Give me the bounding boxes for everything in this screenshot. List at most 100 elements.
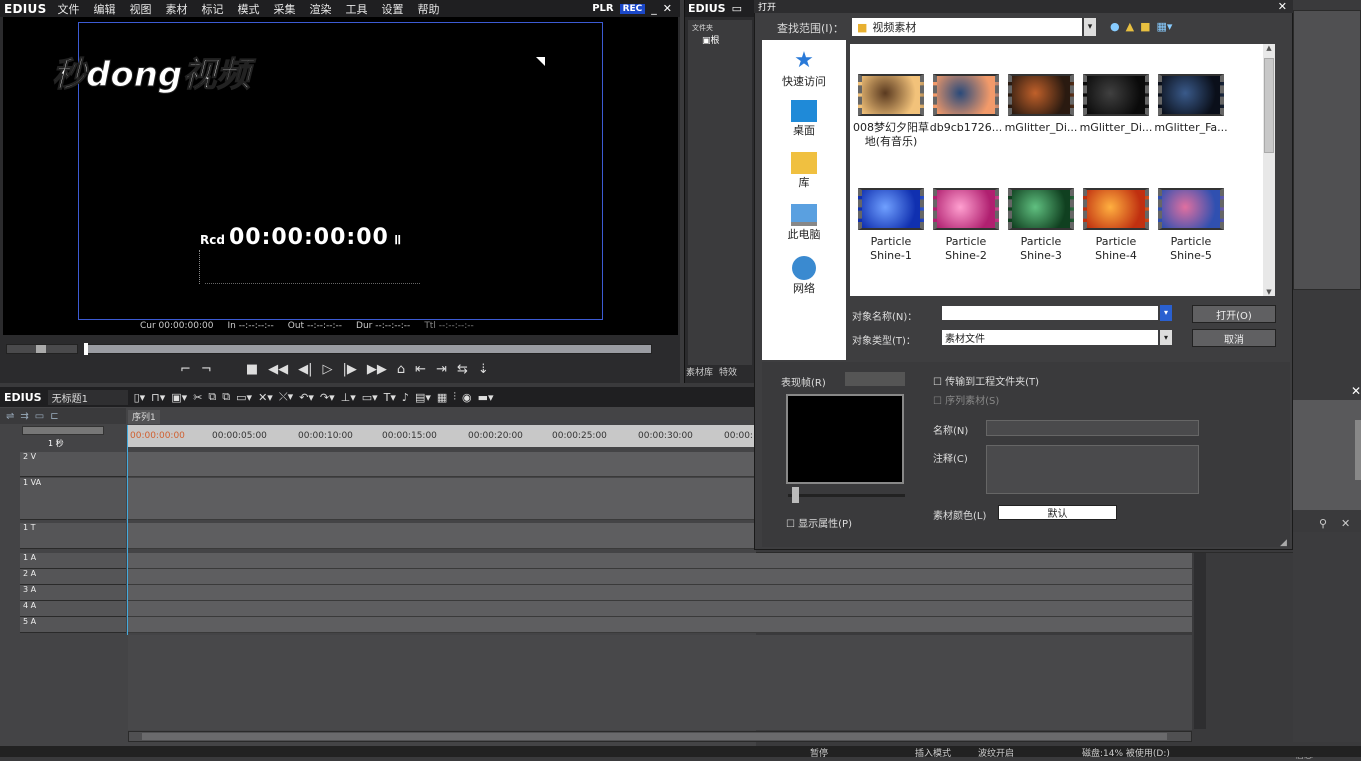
minimize-icon[interactable]: _ [651, 2, 657, 15]
seek-bar[interactable] [6, 343, 676, 355]
back-icon[interactable]: ● [1110, 20, 1120, 33]
right-panel-scroll[interactable] [1355, 420, 1361, 480]
menu-render[interactable]: 渲染 [303, 1, 339, 17]
show-properties-checkbox[interactable]: ☐ 显示属性(P) [786, 515, 852, 530]
replace-icon[interactable]: ⇆ [457, 362, 468, 377]
new-icon[interactable]: ▯▾ [134, 391, 146, 404]
menu-mode[interactable]: 模式 [231, 1, 267, 17]
track-tool-1-icon[interactable]: ⇌ [6, 411, 14, 422]
fast-forward-icon[interactable]: ▶▶ [367, 362, 387, 377]
mark-icon[interactable]: ⇣ [478, 362, 489, 377]
view-menu-icon[interactable]: ▦▾ [1156, 20, 1172, 33]
file-thumbnail[interactable] [1158, 188, 1224, 230]
position-handle[interactable] [84, 343, 88, 355]
track-1a[interactable] [128, 553, 1192, 569]
undo-icon[interactable]: ↶▾ [299, 391, 314, 404]
loop-icon[interactable]: ⌂ [397, 362, 405, 377]
track-5a[interactable] [128, 617, 1192, 633]
name-input[interactable] [986, 420, 1199, 436]
track-header-2a[interactable]: 2 A [20, 569, 126, 585]
resize-grip-icon[interactable]: ◢ [1280, 538, 1287, 548]
open-button[interactable]: 打开(O) [1192, 305, 1276, 323]
overwrite-icon[interactable]: ⇥ [436, 362, 447, 377]
object-name-dropdown-icon[interactable]: ▾ [1160, 305, 1172, 321]
file-thumbnail[interactable] [933, 74, 999, 116]
file-thumbnail[interactable] [858, 74, 924, 116]
shuttle-handle[interactable] [36, 345, 46, 353]
scroll-down-icon[interactable]: ▼ [1263, 288, 1275, 296]
position-bar[interactable] [84, 344, 652, 354]
track-header-1va[interactable]: 1 VA [20, 478, 126, 520]
render-icon[interactable]: ▤▾ [415, 391, 431, 404]
right-panel-close2-icon[interactable]: ✕ [1341, 517, 1350, 530]
track-tool-2-icon[interactable]: ⇉ [20, 411, 28, 422]
cancel-button[interactable]: 取消 [1192, 329, 1276, 347]
dialog-close-icon[interactable]: ✕ [1278, 0, 1287, 13]
plr-indicator[interactable]: PLR [592, 3, 613, 14]
layout-icon[interactable]: ▬▾ [478, 391, 494, 404]
object-type-select[interactable]: 素材文件 [942, 330, 1158, 345]
file-thumbnail[interactable] [1158, 74, 1224, 116]
redo-icon[interactable]: ↷▾ [320, 391, 335, 404]
ripple-delete-icon[interactable]: ⤬▾ [279, 390, 293, 404]
new-folder-icon[interactable]: ■ [1140, 20, 1150, 33]
track-header-4a[interactable]: 4 A [20, 601, 126, 617]
track-header-5a[interactable]: 5 A [20, 617, 126, 633]
file-thumbnail[interactable] [1083, 74, 1149, 116]
scroll-up-icon[interactable]: ▲ [1263, 44, 1275, 52]
copy-icon[interactable]: ⧉ [208, 390, 216, 404]
file-thumbnail[interactable] [1008, 74, 1074, 116]
track-2a[interactable] [128, 569, 1192, 585]
set-in-icon[interactable]: ⌐ [180, 362, 191, 377]
file-name[interactable]: Particle Shine-2 [928, 235, 1004, 263]
folder-root[interactable]: ▣根 [702, 33, 752, 46]
file-name[interactable]: Particle Shine-1 [853, 235, 929, 263]
delete-icon[interactable]: ✕▾ [258, 391, 273, 404]
track-1t[interactable] [128, 523, 754, 549]
quick-access-item[interactable]: ★ 快速访问 [762, 48, 846, 89]
menu-marker[interactable]: 标记 [195, 1, 231, 17]
object-type-dropdown-icon[interactable]: ▾ [1160, 330, 1172, 345]
cut-icon[interactable]: ✂ [193, 391, 202, 404]
track-3a[interactable] [128, 585, 1192, 601]
path-dropdown[interactable]: ■ 视频素材 [852, 18, 1082, 36]
file-name[interactable]: Particle Shine-5 [1153, 235, 1229, 263]
track-4a[interactable] [128, 601, 1192, 617]
desktop-item[interactable]: 桌面 [762, 100, 846, 138]
file-name[interactable]: mGlitter_Di... [1003, 121, 1079, 135]
object-name-input[interactable] [942, 306, 1158, 320]
step-back-icon[interactable]: ◀| [298, 362, 312, 377]
transfer-checkbox[interactable]: ☐ 传输到工程文件夹(T) [933, 373, 1039, 388]
track-tool-4-icon[interactable]: ⊏ [50, 411, 58, 422]
file-thumbnail[interactable] [1083, 188, 1149, 230]
timeline-hscroll-thumb[interactable] [142, 733, 1167, 740]
preview-slider[interactable] [788, 494, 905, 497]
grid-icon[interactable]: ▦ [437, 391, 447, 404]
preview-slider-handle[interactable] [792, 487, 799, 503]
title-icon[interactable]: T▾ [384, 391, 396, 404]
track-2v[interactable] [128, 452, 754, 477]
rewind-icon[interactable]: ◀◀ [268, 362, 288, 377]
menu-capture[interactable]: 采集 [267, 1, 303, 17]
file-name[interactable]: 008梦幻夕阳草地(有音乐) [853, 121, 929, 149]
comment-input[interactable] [986, 445, 1199, 494]
track-header-1t[interactable]: 1 T [20, 523, 126, 549]
path-dropdown-arrow[interactable]: ▾ [1084, 18, 1096, 36]
track-tool-3-icon[interactable]: ▭ [35, 411, 44, 422]
file-thumbnail[interactable] [1008, 188, 1074, 230]
step-forward-icon[interactable]: |▶ [343, 362, 357, 377]
save-icon[interactable]: ▣▾ [171, 391, 187, 404]
menu-edit[interactable]: 编辑 [87, 1, 123, 17]
track-1va[interactable] [128, 478, 754, 520]
file-name[interactable]: mGlitter_Fa... [1153, 121, 1229, 135]
folder-icon[interactable]: ▭ [732, 2, 742, 15]
pin-icon[interactable]: ⚲ [1319, 517, 1327, 530]
record-icon[interactable]: ◉ [462, 391, 472, 404]
network-item[interactable]: 网络 [762, 256, 846, 296]
library-item[interactable]: 库 [762, 152, 846, 190]
file-list-scrollbar[interactable]: ▲ ▼ [1263, 44, 1275, 296]
this-pc-item[interactable]: 此电脑 [762, 204, 846, 242]
mic-icon[interactable]: ♪ [402, 391, 409, 404]
menu-file[interactable]: 文件 [51, 1, 87, 17]
rep-frame-input[interactable] [845, 372, 905, 386]
